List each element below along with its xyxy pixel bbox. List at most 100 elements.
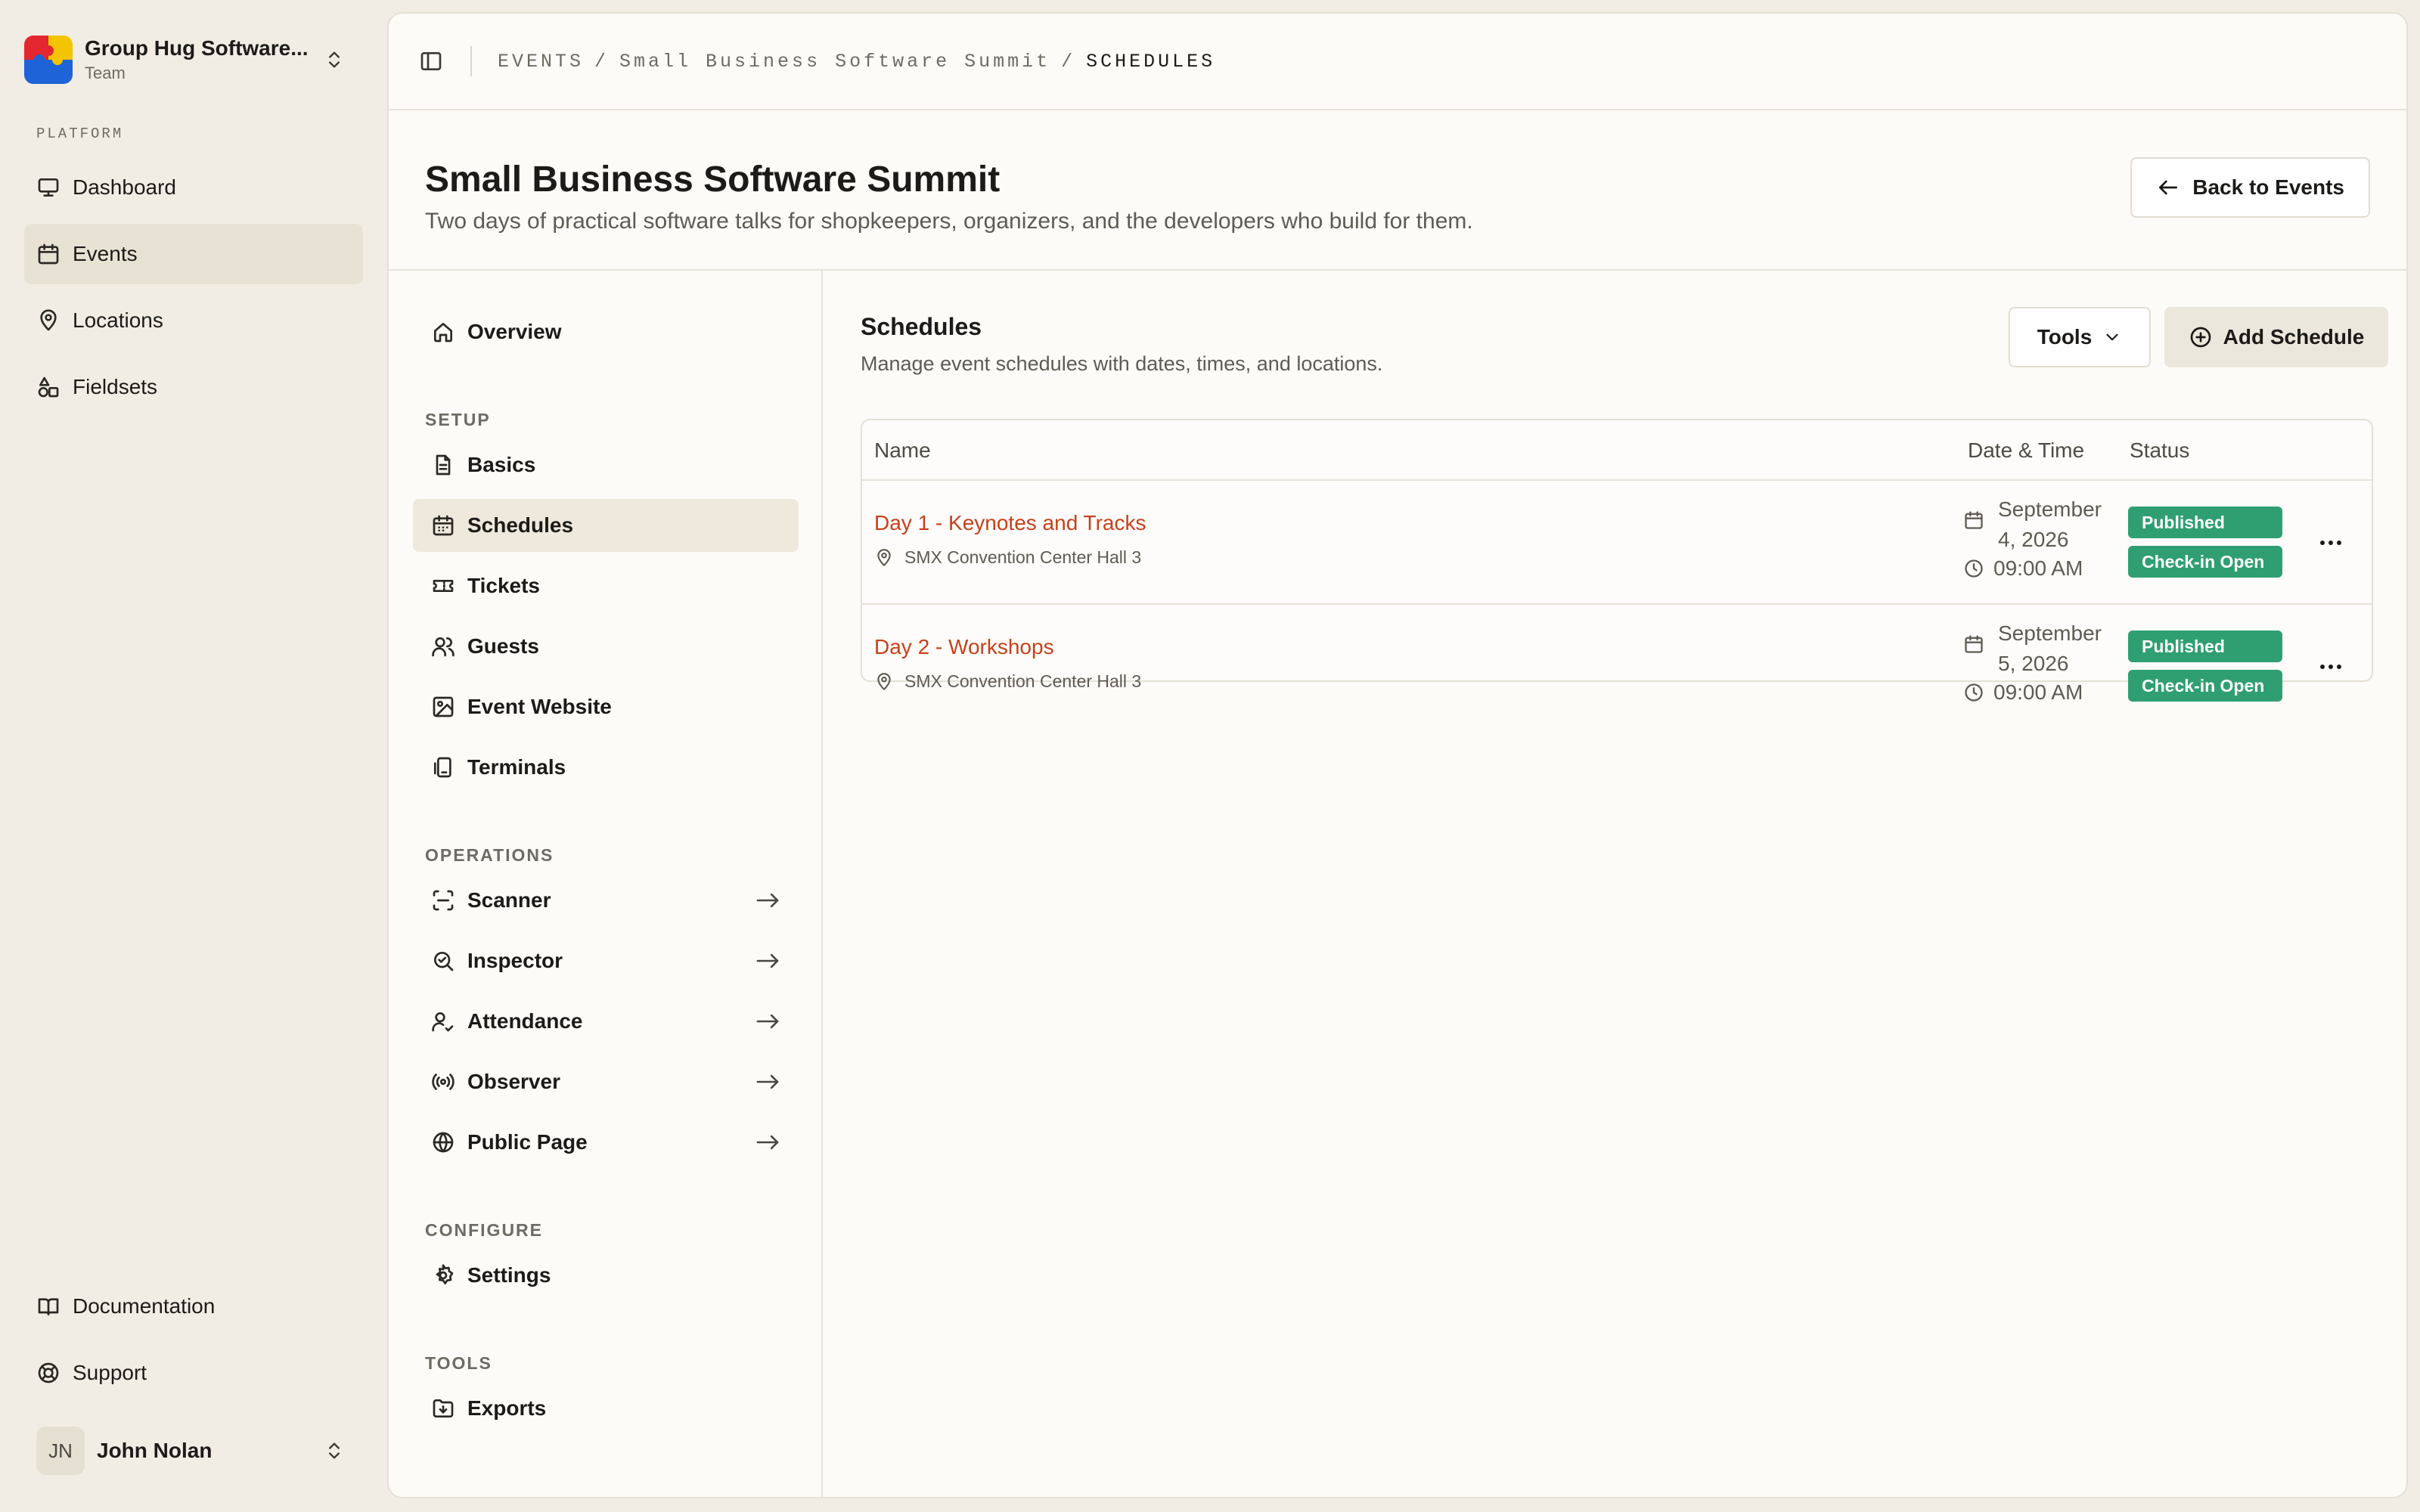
tablet-icon — [431, 755, 455, 779]
scan-icon — [431, 888, 455, 912]
home-icon — [431, 320, 455, 344]
sidebar-item-support[interactable]: Support — [24, 1343, 363, 1403]
table-row: Day 1 - Keynotes and Tracks SMX Conventi… — [862, 481, 2372, 603]
globe-icon — [431, 1130, 455, 1154]
schedule-time: 09:00 AM — [1963, 680, 2083, 705]
status-badge-published: Published — [2128, 507, 2282, 538]
user-menu[interactable]: JN John Nolan — [36, 1424, 357, 1477]
chevrons-up-down-icon — [324, 49, 345, 70]
arrow-right-icon — [755, 1130, 780, 1154]
more-horizontal-icon — [2320, 541, 2341, 545]
schedule-location: SMX Convention Center Hall 3 — [874, 671, 1141, 692]
sidebar-item-fieldsets[interactable]: Fieldsets — [24, 357, 363, 417]
clock-icon — [1963, 558, 1984, 579]
calendar-icon — [36, 242, 60, 266]
clock-icon — [1963, 682, 1984, 703]
subnav-label: Attendance — [467, 1009, 583, 1033]
row-actions-button[interactable] — [2314, 531, 2347, 555]
team-logo — [24, 36, 73, 84]
subnav-label: Overview — [467, 320, 562, 343]
subnav-label: Public Page — [467, 1130, 588, 1154]
map-pin-icon — [874, 672, 894, 692]
subnav-item-event-website[interactable]: Event Website — [413, 680, 799, 733]
schedules-section: Schedules Manage event schedules with da… — [824, 271, 2406, 1497]
page-title: Small Business Software Summit — [425, 160, 1001, 200]
topbar: EVENTS / Small Business Software Summit … — [389, 14, 2406, 110]
subnav-label: Schedules — [467, 513, 574, 537]
status-badge-published: Published — [2128, 631, 2282, 662]
sidebar-item-label: Fieldsets — [73, 375, 158, 398]
sidebar-item-events[interactable]: Events — [24, 224, 363, 284]
subnav-item-inspector[interactable]: Inspector — [413, 934, 799, 987]
time-text: 09:00 AM — [1993, 680, 2083, 704]
subnav-item-schedules[interactable]: Schedules — [413, 499, 799, 552]
team-subtitle: Team — [85, 64, 126, 82]
location-text: SMX Convention Center Hall 3 — [904, 671, 1142, 691]
subnav-item-observer[interactable]: Observer — [413, 1055, 799, 1108]
breadcrumb-events[interactable]: EVENTS — [498, 51, 584, 73]
subnav-section-configure: CONFIGURE — [425, 1220, 543, 1240]
section-title: Schedules — [861, 313, 982, 340]
subnav-item-settings[interactable]: Settings — [413, 1249, 799, 1302]
calendar-icon — [1963, 634, 1984, 655]
arrow-right-icon — [755, 1070, 780, 1094]
team-switcher[interactable]: Group Hug Software... Team — [24, 27, 357, 92]
subnav-section-setup: SETUP — [425, 410, 491, 429]
subnav-item-public-page[interactable]: Public Page — [413, 1116, 799, 1169]
sidebar-toggle-icon[interactable] — [416, 46, 446, 76]
date-text: September 4, 2026 — [1998, 497, 2102, 551]
subnav-item-attendance[interactable]: Attendance — [413, 995, 799, 1048]
breadcrumb-event[interactable]: Small Business Software Summit — [619, 51, 1050, 73]
subnav-item-overview[interactable]: Overview — [413, 305, 799, 358]
column-header-name: Name — [874, 438, 931, 462]
schedule-name-link[interactable]: Day 2 - Workshops — [874, 635, 1054, 659]
column-header-status: Status — [2130, 438, 2190, 462]
arrow-left-icon — [2156, 175, 2180, 200]
user-check-icon — [431, 1009, 455, 1033]
column-header-date-time: Date & Time — [1968, 438, 2085, 462]
add-schedule-button[interactable]: Add Schedule — [2164, 307, 2388, 367]
arrow-right-icon — [755, 949, 780, 973]
app-sidebar: Group Hug Software... Team PLATFORM Dash… — [0, 0, 386, 1512]
shapes-icon — [36, 375, 60, 399]
back-to-events-button[interactable]: Back to Events — [2130, 157, 2370, 218]
radio-icon — [431, 1070, 455, 1094]
calendar-grid-icon — [431, 513, 455, 538]
schedules-table: Name Date & Time Status Day 1 - Keynotes… — [861, 419, 2373, 704]
subnav-label: Event Website — [467, 695, 612, 718]
sidebar-item-documentation[interactable]: Documentation — [24, 1276, 363, 1337]
status-badge-checkin: Check-in Open — [2128, 546, 2282, 578]
time-text: 09:00 AM — [1993, 556, 2083, 580]
arrow-right-icon — [755, 888, 780, 912]
subnav-item-tickets[interactable]: Tickets — [413, 559, 799, 612]
subnav-label: Settings — [467, 1263, 551, 1287]
team-text: Group Hug Software... Team — [85, 36, 324, 83]
folder-download-icon — [431, 1396, 455, 1421]
tools-dropdown-button[interactable]: Tools — [2009, 307, 2151, 367]
arrow-right-icon — [755, 1009, 780, 1033]
subnav-item-guests[interactable]: Guests — [413, 620, 799, 673]
subnav-item-scanner[interactable]: Scanner — [413, 874, 799, 927]
add-schedule-label: Add Schedule — [2223, 325, 2365, 349]
sidebar-item-label: Documentation — [73, 1294, 216, 1318]
event-subnav: Overview SETUP Basics Schedules Tickets … — [389, 271, 823, 1497]
sidebar-item-locations[interactable]: Locations — [24, 290, 363, 351]
calendar-icon — [1963, 510, 1984, 531]
team-name: Group Hug Software... — [85, 36, 309, 60]
row-actions-button[interactable] — [2314, 655, 2347, 679]
breadcrumb: EVENTS / Small Business Software Summit … — [498, 51, 1215, 73]
map-pin-icon — [874, 548, 894, 568]
subnav-item-basics[interactable]: Basics — [413, 438, 799, 491]
more-horizontal-icon — [2320, 665, 2341, 669]
schedule-name-link[interactable]: Day 1 - Keynotes and Tracks — [874, 511, 1146, 535]
gear-icon — [431, 1263, 455, 1287]
file-text-icon — [431, 453, 455, 477]
page-header: Small Business Software Summit Two days … — [389, 110, 2406, 271]
image-icon — [431, 695, 455, 719]
status-badge-checkin: Check-in Open — [2128, 670, 2282, 702]
subnav-item-exports[interactable]: Exports — [413, 1382, 799, 1435]
subnav-item-terminals[interactable]: Terminals — [413, 741, 799, 794]
sidebar-item-dashboard[interactable]: Dashboard — [24, 157, 363, 218]
search-check-icon — [431, 949, 455, 973]
lifebuoy-icon — [36, 1361, 60, 1385]
